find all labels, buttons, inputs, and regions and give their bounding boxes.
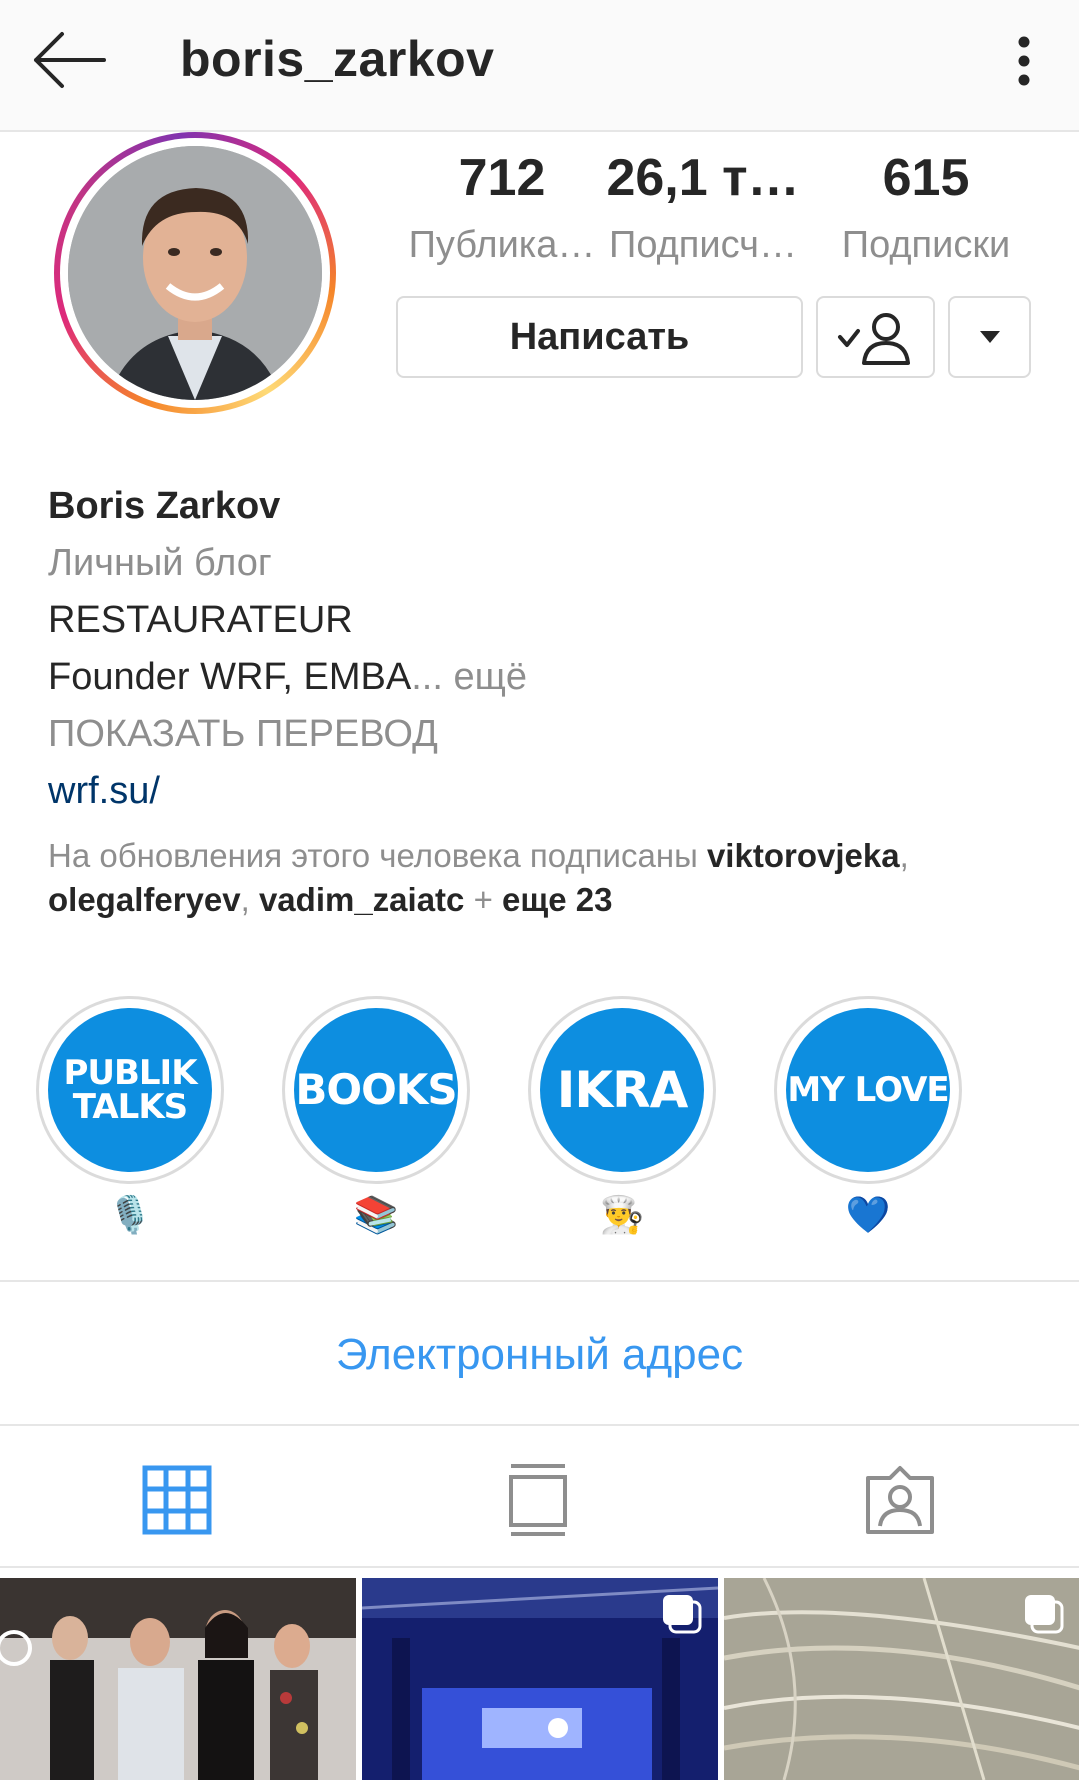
highlight-cover: BOOKS xyxy=(294,1008,458,1172)
avatar xyxy=(68,146,322,400)
tab-feed[interactable] xyxy=(488,1440,588,1560)
suggestions-dropdown-button[interactable] xyxy=(948,296,1031,378)
followers-count: 26,1 т… xyxy=(606,149,800,207)
books-icon: 📚 xyxy=(353,1194,399,1235)
email-contact-button[interactable]: Электронный адрес xyxy=(0,1290,1079,1420)
microphone-icon: 🎙️ xyxy=(107,1194,153,1235)
posts-count: 712 xyxy=(458,149,546,207)
grid-icon xyxy=(142,1465,212,1535)
post-thumbnail[interactable] xyxy=(362,1578,718,1780)
profile-username: boris_zarkov xyxy=(180,31,495,87)
triangle-down-icon xyxy=(979,331,1000,343)
highlight-cover: PUBLIK TALKS xyxy=(48,1008,212,1172)
top-bar: boris_zarkov xyxy=(0,0,1079,132)
post-image xyxy=(0,1578,356,1780)
follower-username[interactable]: olegalferyev xyxy=(48,881,241,918)
show-translation-link[interactable]: ПОКАЗАТЬ ПЕРЕВОД xyxy=(48,706,1048,763)
more-options-button[interactable] xyxy=(1006,28,1042,92)
website-link[interactable]: wrf.su/ xyxy=(48,763,1048,820)
message-button[interactable]: Написать xyxy=(396,296,803,378)
category-label: Личный блог xyxy=(48,542,272,584)
more-vertical-icon xyxy=(1018,36,1030,86)
bio-ellipsis: ... xyxy=(411,656,443,698)
blue-heart-icon: 💙 xyxy=(845,1194,891,1235)
carousel-icon xyxy=(1025,1595,1064,1634)
following-button[interactable] xyxy=(816,296,935,378)
highlight-ikra[interactable]: IKRA 👨‍🍳 xyxy=(528,996,718,1236)
follower-username[interactable]: viktorovjeka xyxy=(707,837,900,874)
followed-by-text[interactable]: На обновления этого человека подписаны v… xyxy=(48,834,1048,922)
tab-tagged[interactable] xyxy=(850,1440,950,1560)
follower-username[interactable]: vadim_zaiatc xyxy=(259,881,464,918)
divider xyxy=(0,1280,1079,1282)
back-button[interactable] xyxy=(30,28,110,92)
following-label: Подписки xyxy=(841,224,1011,266)
feed-icon xyxy=(509,1464,567,1536)
full-name: Boris Zarkov xyxy=(48,485,281,527)
post-thumbnail[interactable] xyxy=(0,1578,356,1780)
profile-bio: Boris Zarkov Личный блог RESTAURATEUR Fo… xyxy=(48,478,1048,820)
bio-more-link[interactable]: ещё xyxy=(443,656,527,698)
stat-following[interactable]: 615 Подписки xyxy=(826,148,1026,267)
posts-label: Публика… xyxy=(408,224,596,266)
tab-grid[interactable] xyxy=(127,1440,227,1560)
tagged-icon xyxy=(866,1466,934,1534)
followers-label: Подписч… xyxy=(609,224,797,266)
stat-followers[interactable]: 26,1 т… Подписч… xyxy=(603,148,803,267)
highlight-cover: MY LOVE xyxy=(786,1008,950,1172)
stat-posts[interactable]: 712 Публика… xyxy=(402,148,602,267)
followers-more[interactable]: еще 23 xyxy=(502,881,612,918)
highlight-books[interactable]: BOOKS 📚 xyxy=(282,996,472,1236)
divider xyxy=(0,1424,1079,1426)
following-count: 615 xyxy=(882,149,970,207)
avatar-story-ring[interactable] xyxy=(54,132,336,414)
post-thumbnail[interactable] xyxy=(724,1578,1079,1780)
bio-text-line-2: Founder WRF, EMBA... ещё xyxy=(48,649,1048,706)
highlight-my-love[interactable]: MY LOVE 💙 xyxy=(774,996,964,1236)
highlight-cover: IKRA xyxy=(540,1008,704,1172)
bio-text: Founder WRF, EMBA xyxy=(48,656,412,698)
carousel-icon xyxy=(663,1595,702,1634)
divider xyxy=(0,1566,1079,1568)
avatar-photo xyxy=(68,146,322,400)
following-user-check-icon xyxy=(837,313,910,365)
bio-text-line: RESTAURATEUR xyxy=(48,599,353,641)
arrow-left-icon xyxy=(34,32,106,88)
highlight-publik-talks[interactable]: PUBLIK TALKS 🎙️ xyxy=(36,996,226,1236)
cook-icon: 👨‍🍳 xyxy=(599,1194,645,1235)
